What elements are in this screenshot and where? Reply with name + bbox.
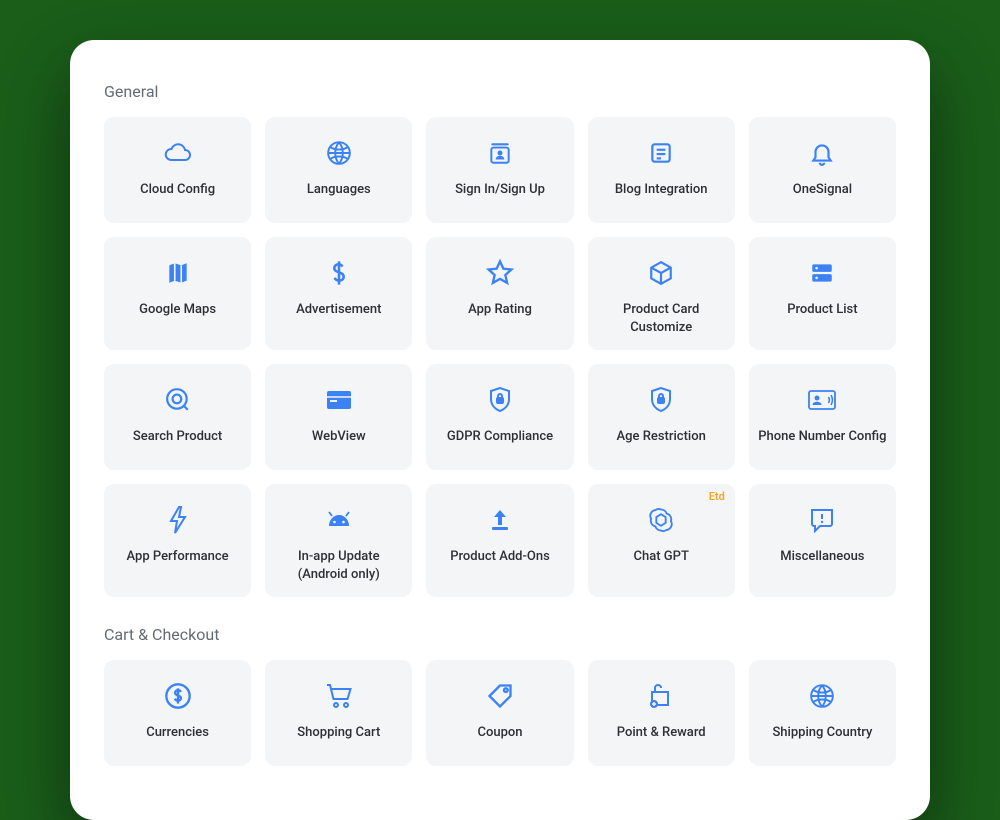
- upload-icon: [488, 502, 512, 538]
- card-pointreward[interactable]: Point & Reward: [588, 660, 735, 766]
- card-languages[interactable]: Languages: [265, 117, 412, 223]
- card-currencies[interactable]: Currencies: [104, 660, 251, 766]
- card-appperformance[interactable]: App Performance: [104, 484, 251, 597]
- card-advertisement[interactable]: Advertisement: [265, 237, 412, 350]
- signin-icon: [487, 135, 513, 171]
- cube-icon: [648, 255, 674, 291]
- card-webview[interactable]: WebView: [265, 364, 412, 470]
- card-label: Cloud Config: [140, 181, 215, 199]
- card-label: Product List: [787, 301, 857, 319]
- section-title-general: General: [104, 82, 896, 101]
- card-label: Miscellaneous: [780, 548, 864, 566]
- card-chatgpt[interactable]: Etd Chat GPT: [588, 484, 735, 597]
- openai-icon: [647, 502, 675, 538]
- card-apprating[interactable]: App Rating: [426, 237, 573, 350]
- point-icon: [647, 678, 675, 714]
- card-misc[interactable]: Miscellaneous: [749, 484, 896, 597]
- blog-icon: [648, 135, 674, 171]
- phone-card-icon: [807, 382, 837, 418]
- card-label: Coupon: [477, 724, 522, 742]
- card-productcard[interactable]: Product Card Customize: [588, 237, 735, 350]
- card-label: In-app Update (Android only): [273, 548, 404, 583]
- card-label: Advertisement: [296, 301, 381, 319]
- cart-icon: [324, 678, 354, 714]
- card-label: GDPR Compliance: [447, 428, 553, 446]
- cloud-icon: [163, 135, 193, 171]
- bell-icon: [809, 135, 835, 171]
- card-agerestriction[interactable]: Age Restriction: [588, 364, 735, 470]
- cart-grid: Currencies Shopping Cart Coupon Point & …: [104, 660, 896, 766]
- card-searchproduct[interactable]: Search Product: [104, 364, 251, 470]
- card-label: Currencies: [146, 724, 209, 742]
- card-label: WebView: [312, 428, 366, 446]
- card-shippingcountry[interactable]: Shipping Country: [749, 660, 896, 766]
- globe-icon: [326, 135, 352, 171]
- card-label: Product Add-Ons: [450, 548, 550, 566]
- card-productlist[interactable]: Product List: [749, 237, 896, 350]
- card-label: OneSignal: [793, 181, 852, 199]
- card-signin[interactable]: Sign In/Sign Up: [426, 117, 573, 223]
- card-label: Languages: [307, 181, 371, 199]
- globe-icon: [809, 678, 835, 714]
- webview-icon: [325, 382, 353, 418]
- card-onesignal[interactable]: OneSignal: [749, 117, 896, 223]
- card-label: Shipping Country: [772, 724, 872, 742]
- card-label: Point & Reward: [617, 724, 706, 742]
- card-googlemaps[interactable]: Google Maps: [104, 237, 251, 350]
- card-label: Product Card Customize: [596, 301, 727, 336]
- card-label: Blog Integration: [615, 181, 708, 199]
- badge-etd: Etd: [709, 490, 725, 503]
- section-title-cart: Cart & Checkout: [104, 625, 896, 644]
- card-label: App Rating: [468, 301, 532, 319]
- card-label: Search Product: [133, 428, 222, 446]
- card-label: Google Maps: [139, 301, 216, 319]
- card-label: Age Restriction: [617, 428, 706, 446]
- bolt-icon: [167, 502, 189, 538]
- currency-icon: [164, 678, 192, 714]
- card-inappupdate[interactable]: In-app Update (Android only): [265, 484, 412, 597]
- general-grid: Cloud Config Languages Sign In/Sign Up B…: [104, 117, 896, 597]
- card-phonenumber[interactable]: Phone Number Config: [749, 364, 896, 470]
- list-icon: [809, 255, 835, 291]
- card-coupon[interactable]: Coupon: [426, 660, 573, 766]
- star-icon: [486, 255, 514, 291]
- card-label: Chat GPT: [634, 548, 689, 566]
- map-icon: [165, 255, 191, 291]
- shield-lock-icon: [488, 382, 512, 418]
- settings-window: General Cloud Config Languages Sign In/S…: [70, 40, 930, 820]
- card-label: Phone Number Config: [758, 428, 886, 446]
- card-blog[interactable]: Blog Integration: [588, 117, 735, 223]
- misc-icon: [808, 502, 836, 538]
- search-icon: [165, 382, 191, 418]
- card-label: Shopping Cart: [297, 724, 380, 742]
- card-shoppingcart[interactable]: Shopping Cart: [265, 660, 412, 766]
- tag-icon: [486, 678, 514, 714]
- card-label: App Performance: [127, 548, 229, 566]
- card-productaddons[interactable]: Product Add-Ons: [426, 484, 573, 597]
- card-cloud-config[interactable]: Cloud Config: [104, 117, 251, 223]
- dollar-icon: [329, 255, 349, 291]
- card-label: Sign In/Sign Up: [455, 181, 545, 199]
- shield-lock-icon: [649, 382, 673, 418]
- android-icon: [325, 502, 353, 538]
- card-gdpr[interactable]: GDPR Compliance: [426, 364, 573, 470]
